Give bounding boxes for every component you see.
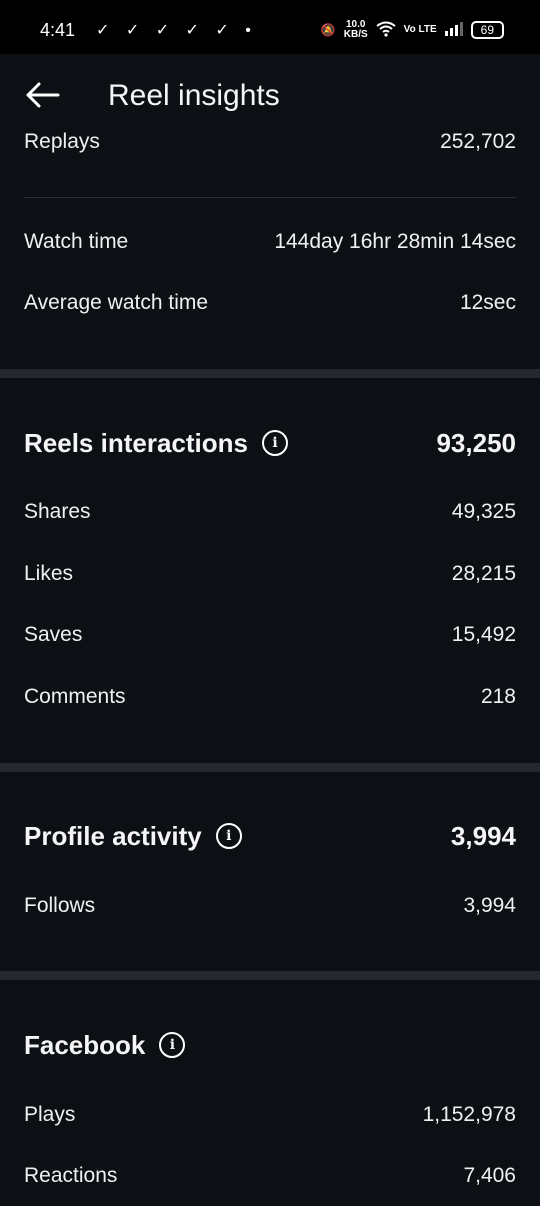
plays-value: 1,152,978 [422,1103,516,1126]
info-icon[interactable]: i [261,430,288,456]
profile-activity-header: Profile activity i 3,994 [24,814,516,858]
likes-row: Likes 28,215 [24,554,516,594]
profile-activity-total: 3,994 [450,820,516,851]
status-time: 4:41 [40,20,76,40]
status-bar: 4:41 ✓ ✓ ✓ ✓ ✓ • 🔕 10.0 KB/S Vo LTE 69 [0,0,540,54]
watch-time-row: Watch time 144day 16hr 28min 14sec [24,222,516,262]
battery-icon: 69 [470,21,504,39]
saves-row: Saves 15,492 [24,615,516,655]
profile-activity-title: Profile activity i [24,821,242,852]
reactions-label: Reactions [24,1164,118,1187]
wifi-icon [376,21,396,40]
reel-insights-page: 4:41 ✓ ✓ ✓ ✓ ✓ • 🔕 10.0 KB/S Vo LTE 69 R… [0,0,540,1206]
shares-label: Shares [24,500,91,523]
mute-icon: 🔕 [320,23,336,37]
plays-row: Plays 1,152,978 [24,1095,516,1135]
network-speed: 10.0 KB/S [343,19,368,40]
page-title: Reel insights [108,79,280,112]
avg-watch-time-label: Average watch time [24,291,209,314]
facebook-header: Facebook i [24,1023,516,1067]
comments-row: Comments 218 [24,677,516,717]
replays-value: 252,702 [440,130,516,153]
avg-watch-time-row: Average watch time 12sec [24,283,516,323]
section-separator [0,763,540,772]
section-separator [0,369,540,378]
replays-label: Replays [24,130,100,153]
volte-label: Vo LTE [403,24,437,35]
info-icon[interactable]: i [159,1032,186,1058]
likes-value: 28,215 [451,562,516,585]
saves-label: Saves [24,623,83,646]
back-arrow-icon[interactable] [24,80,60,110]
reels-interactions-header: Reels interactions i 93,250 [24,421,516,465]
reactions-value: 7,406 [463,1164,516,1187]
watch-time-value: 144day 16hr 28min 14sec [274,230,516,253]
app-header: Reel insights [0,54,540,132]
avg-watch-time-value: 12sec [459,291,516,314]
reactions-row: Reactions 7,406 [24,1156,516,1196]
reels-interactions-total: 93,250 [436,427,516,458]
follows-value: 3,994 [463,894,516,917]
facebook-title: Facebook i [24,1030,186,1061]
notification-icons: ✓ ✓ ✓ ✓ ✓ • [96,22,257,39]
section-separator [0,971,540,980]
comments-value: 218 [480,685,516,708]
reels-interactions-title: Reels interactions i [24,428,288,459]
watch-time-label: Watch time [24,230,129,253]
plays-label: Plays [24,1103,76,1126]
likes-label: Likes [24,562,74,585]
shares-row: Shares 49,325 [24,492,516,532]
signal-icon [444,21,463,39]
comments-label: Comments [24,685,126,708]
divider [24,197,516,198]
status-right-icons: 🔕 10.0 KB/S Vo LTE 69 [321,20,504,40]
saves-value: 15,492 [451,623,516,646]
follows-label: Follows [24,894,96,917]
follows-row: Follows 3,994 [24,886,516,926]
shares-value: 49,325 [451,500,516,523]
info-icon[interactable]: i [215,823,242,849]
